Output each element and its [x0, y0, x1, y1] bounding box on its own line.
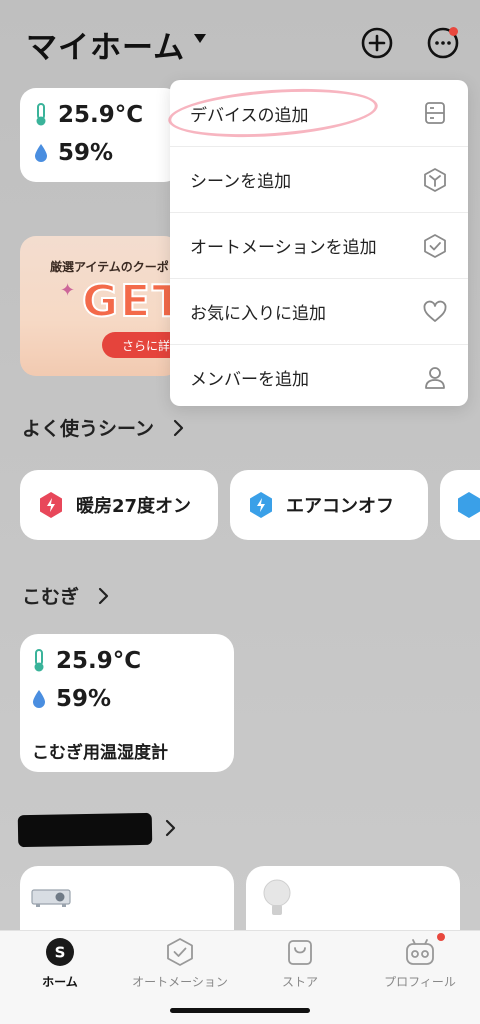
weather-humidity: 59% [58, 140, 114, 166]
device-temperature: 25.9°C [56, 648, 142, 674]
device-humidity-row: 59% [32, 686, 111, 712]
device-temp-row: 25.9°C [32, 648, 141, 674]
automation-icon [167, 938, 193, 966]
menu-item-label: デバイスの追加 [190, 105, 309, 126]
device-humidity: 59% [56, 686, 112, 712]
tab-label: ホーム [42, 975, 78, 989]
svg-text:S: S [55, 944, 66, 962]
scene-card-heating[interactable]: 暖房27度オン [20, 470, 218, 540]
tab-home[interactable]: S ホーム [0, 931, 120, 1024]
home-s-icon: S [46, 938, 74, 966]
menu-item-add-scene[interactable]: シーンを追加 [170, 146, 468, 212]
home-title[interactable]: マイホーム [26, 22, 185, 67]
section-title: こむぎ [22, 586, 80, 608]
thermometer-icon [34, 649, 44, 672]
robot-profile-icon [406, 939, 434, 965]
menu-item-add-device[interactable]: デバイスの追加 [166, 80, 468, 146]
scene-bolt-icon [458, 492, 480, 518]
scene-label: エアコンオフ [286, 496, 394, 517]
device-card-thermo-hygrometer[interactable]: 25.9°C 59% こむぎ用温湿度計 [20, 634, 234, 772]
scene-bolt-icon [250, 492, 272, 518]
water-drop-icon [35, 144, 47, 162]
tab-label: ストア [281, 975, 318, 989]
menu-item-label: お気に入りに追加 [190, 304, 326, 324]
tab-label: オートメーション [132, 975, 228, 989]
home-dropdown-caret-icon[interactable] [194, 34, 206, 43]
device-name: こむぎ用温湿度計 [32, 743, 168, 763]
redacted-room-name [17, 812, 153, 848]
heart-icon [423, 300, 447, 322]
scene-card-ac-off[interactable]: エアコンオフ [230, 470, 428, 540]
chevron-right-icon[interactable] [164, 818, 176, 838]
tab-profile[interactable]: プロフィール [360, 931, 480, 1024]
automation-check-icon [424, 233, 446, 258]
weather-card[interactable]: 25.9°C 59% [20, 88, 180, 182]
scene-label: 暖房27度オン [76, 496, 192, 517]
weather-temperature: 25.9°C [58, 102, 144, 128]
scene-card-partial[interactable] [440, 470, 480, 540]
store-bag-icon [288, 940, 312, 965]
menu-item-add-favorite[interactable]: お気に入りに追加 [170, 278, 468, 344]
scene-bolt-icon [40, 492, 62, 518]
water-drop-icon [33, 690, 45, 708]
room-heading[interactable]: こむぎ [22, 582, 109, 609]
section-title: よく使うシーン [22, 418, 155, 440]
banner-title: 厳選アイテムのクーポ [50, 260, 169, 274]
thermometer-icon [36, 103, 46, 126]
menu-item-add-automation[interactable]: オートメーションを追加 [170, 212, 468, 278]
add-menu: デバイスの追加 シーンを追加 オートメーションを追加 お気に入りに追加 メンバー… [166, 80, 468, 406]
frequent-scenes-heading[interactable]: よく使うシーン [22, 414, 184, 441]
promo-banner[interactable]: 厳選アイテムのクーポ ✦ GET さらに詳し [20, 236, 180, 376]
sparkle-icon: ✦ [60, 280, 76, 301]
projector-icon [31, 889, 71, 907]
weather-temp-row: 25.9°C [34, 102, 143, 128]
member-person-icon [425, 366, 445, 389]
scene-cube-icon [424, 167, 446, 192]
menu-item-add-member[interactable]: メンバーを追加 [170, 344, 468, 410]
device-list-icon [425, 102, 445, 124]
light-bulb-icon [263, 879, 291, 915]
weather-humidity-row: 59% [34, 140, 113, 166]
home-indicator [170, 1008, 310, 1013]
add-icon[interactable] [360, 26, 394, 60]
menu-item-label: オートメーションを追加 [190, 238, 377, 258]
banner-button[interactable]: さらに詳し [102, 332, 180, 358]
menu-item-label: メンバーを追加 [190, 370, 309, 390]
profile-notification-dot [437, 933, 445, 941]
chevron-right-icon [98, 587, 109, 604]
notification-dot [449, 27, 458, 36]
menu-item-label: シーンを追加 [190, 172, 292, 192]
banner-get-text: GET [81, 275, 180, 328]
chevron-right-icon [173, 419, 184, 436]
tab-label: プロフィール [384, 975, 456, 989]
